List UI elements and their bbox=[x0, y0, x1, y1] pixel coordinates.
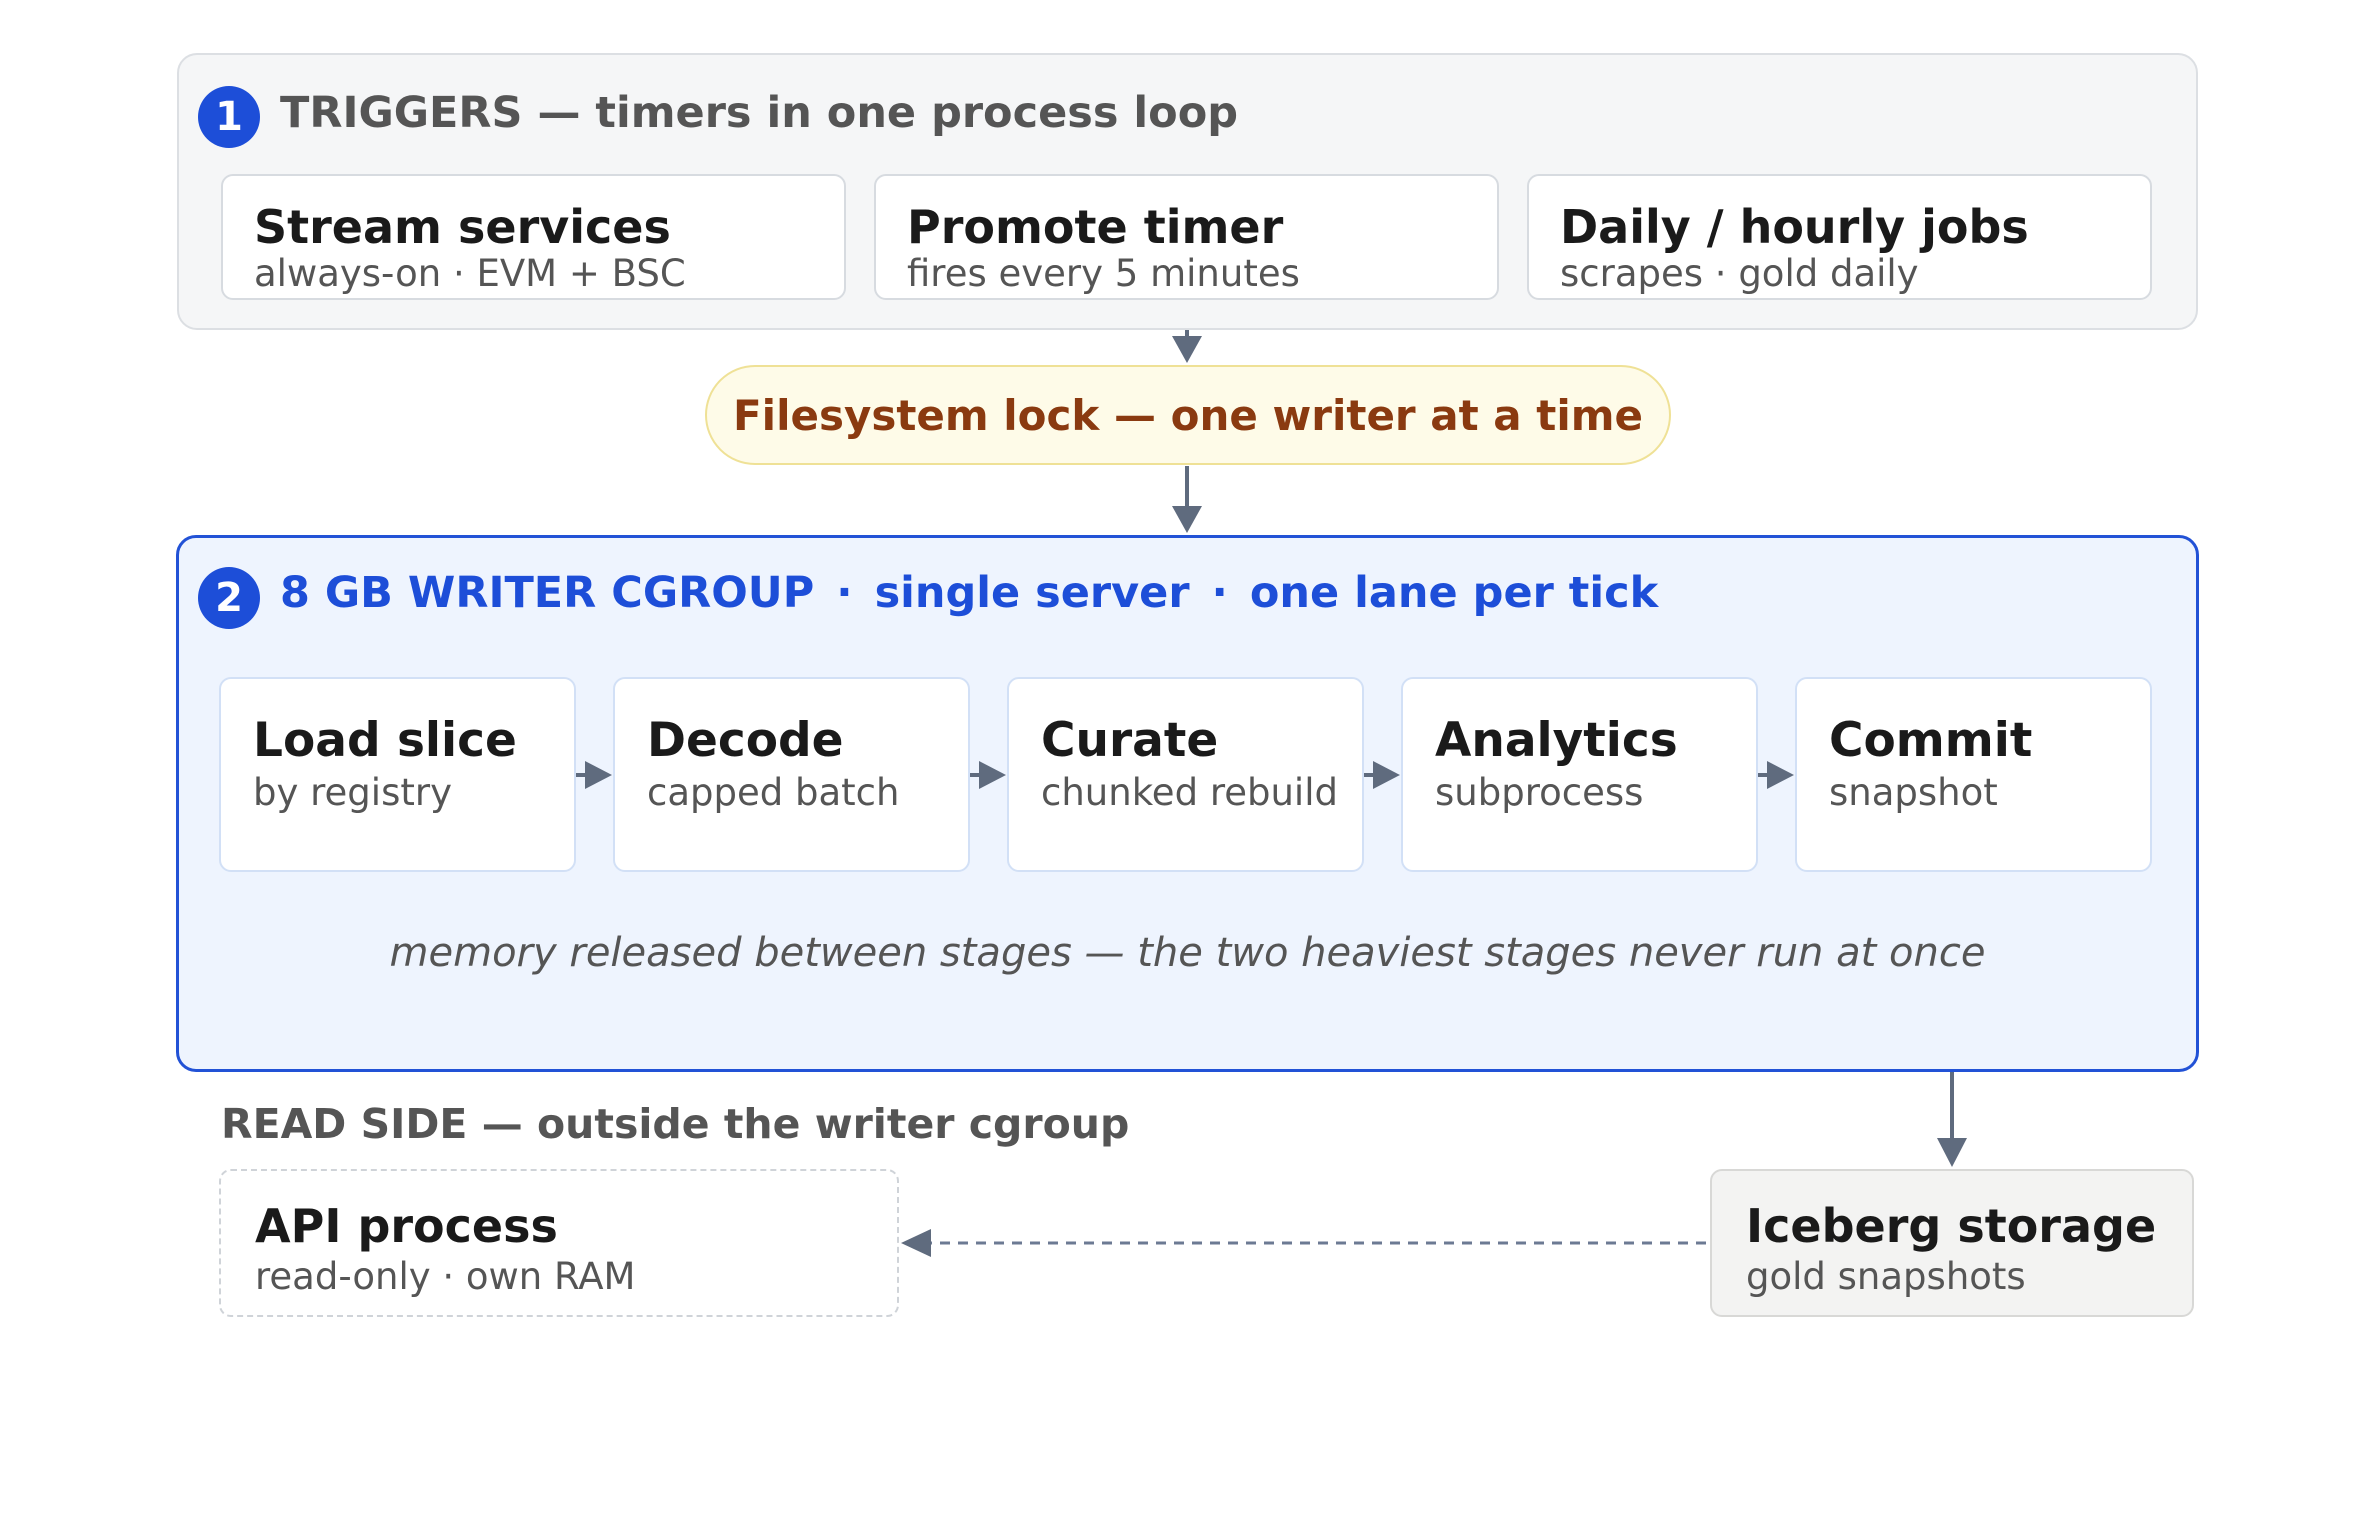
arrow-triggers-to-lock bbox=[1172, 330, 1202, 363]
arrow-writer-to-storage bbox=[1937, 1072, 1967, 1167]
arrow-stage-3-to-4 bbox=[1364, 761, 1400, 789]
connectors bbox=[576, 330, 1967, 1257]
arrow-storage-to-api bbox=[901, 1229, 1706, 1257]
arrow-stage-4-to-5 bbox=[1758, 761, 1794, 789]
arrow-stage-1-to-2 bbox=[576, 761, 612, 789]
arrow-lock-to-writer bbox=[1172, 466, 1202, 533]
arrow-stage-2-to-3 bbox=[970, 761, 1006, 789]
